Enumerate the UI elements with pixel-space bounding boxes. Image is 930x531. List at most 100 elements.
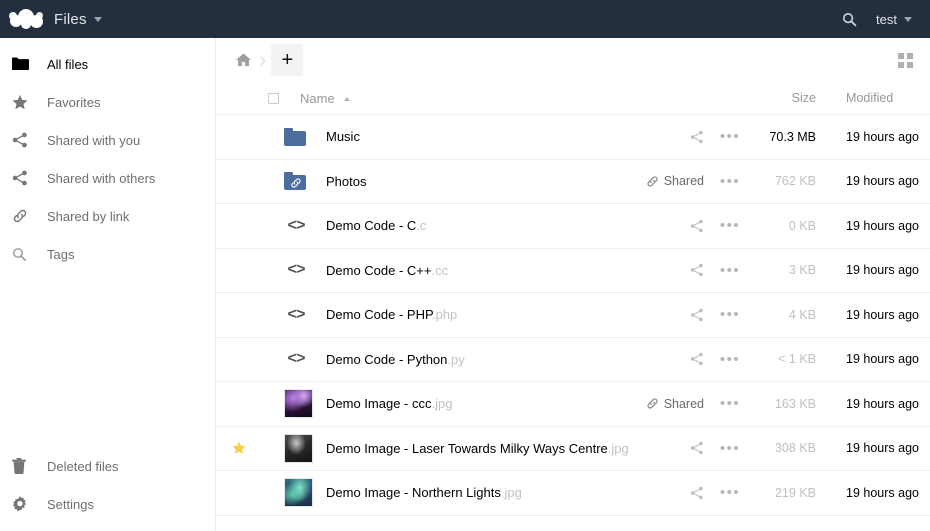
share-action-icon[interactable] — [690, 308, 704, 322]
file-name[interactable]: Photos — [326, 174, 632, 189]
file-modified: 19 hours ago — [846, 485, 919, 500]
file-name[interactable]: Demo Code - Python.py — [326, 352, 632, 367]
sidebar-item-label: Shared by link — [47, 208, 130, 224]
sidebar: All files Favorites Shared with you Shar… — [0, 38, 216, 531]
sidebar-item-shared-with-you[interactable]: Shared with you — [0, 121, 215, 159]
file-size: 219 KB — [774, 485, 816, 500]
star-icon — [12, 94, 44, 110]
table-row[interactable]: Demo Image - Laser Towards Milky Ways Ce… — [216, 427, 930, 471]
file-modified: 19 hours ago — [846, 174, 919, 189]
table-row[interactable]: < > Demo Code - PHP.php ••• 4 KB 19 hours ag… — [216, 293, 930, 338]
sidebar-item-settings[interactable]: Settings — [0, 485, 215, 523]
shared-status-badge[interactable]: Shared — [646, 174, 704, 188]
search-icon[interactable] — [832, 0, 866, 38]
table-row[interactable]: Music ••• 70.3 MB 19 hours ago — [216, 115, 930, 160]
share-action-icon[interactable] — [690, 130, 704, 144]
size-column-header[interactable]: Size — [752, 91, 818, 105]
sidebar-secondary-nav: Deleted files Settings — [0, 447, 215, 523]
file-type-icon: < > — [284, 261, 326, 279]
user-menu[interactable]: test — [866, 0, 918, 38]
table-row[interactable]: Demo Image - ccc.jpg Shared ••• 163 KB 19 ho… — [216, 382, 930, 427]
file-name[interactable]: Demo Code - C.c — [326, 218, 632, 233]
shared-status-badge[interactable]: Shared — [646, 397, 704, 411]
table-row[interactable]: < > Demo Code - Python.py ••• < 1 KB 19 hour… — [216, 338, 930, 382]
sidebar-item-favorites[interactable]: Favorites — [0, 83, 215, 121]
ellipsis-icon: ••• — [719, 484, 741, 502]
row-actions-menu[interactable]: ••• — [708, 440, 752, 457]
file-extension: .jpg — [500, 485, 522, 501]
share-cell — [632, 219, 708, 233]
row-actions-menu[interactable]: ••• — [708, 484, 752, 501]
share-action-icon[interactable] — [690, 263, 704, 277]
user-name-label: test — [876, 11, 897, 27]
breadcrumb-home[interactable] — [230, 45, 256, 75]
file-name[interactable]: Demo Code - PHP.php — [326, 307, 632, 322]
table-row[interactable]: < > Demo Code - C++.cc ••• 3 KB 19 hours ago — [216, 249, 930, 293]
favorite-star-icon — [232, 441, 246, 455]
sidebar-item-deleted-files[interactable]: Deleted files — [0, 447, 215, 485]
sidebar-item-all-files[interactable]: All files — [0, 45, 215, 83]
file-name[interactable]: Demo Image - ccc.jpg — [326, 396, 632, 411]
modified-column-header[interactable]: Modified — [818, 91, 930, 105]
file-name[interactable]: Music — [326, 129, 632, 144]
file-modified: 19 hours ago — [846, 307, 919, 322]
table-row[interactable]: < > Demo Code - C.c ••• 0 KB 19 hours ago — [216, 204, 930, 249]
sidebar-item-tags[interactable]: Tags — [0, 235, 215, 273]
share-action-icon[interactable] — [690, 352, 704, 366]
file-size: < 1 KB — [778, 352, 816, 367]
grid-view-toggle[interactable] — [890, 45, 920, 75]
ellipsis-icon: ••• — [719, 128, 741, 146]
share-action-icon[interactable] — [690, 441, 704, 455]
file-size: 3 KB — [788, 263, 816, 278]
share-action-icon[interactable] — [690, 219, 704, 233]
app-title-menu[interactable]: Files — [52, 11, 102, 28]
file-size: 4 KB — [788, 307, 816, 322]
file-name-base: Demo Code - C++ — [326, 262, 432, 278]
sidebar-item-label: Shared with you — [47, 132, 141, 148]
owncloud-logo[interactable] — [0, 0, 52, 38]
sidebar-item-label: Tags — [47, 246, 75, 262]
file-modified: 19 hours ago — [846, 263, 919, 278]
new-file-button[interactable]: + — [271, 44, 304, 76]
breadcrumb-separator: › — [259, 47, 267, 72]
file-size: 762 KB — [774, 174, 816, 189]
table-row[interactable]: Demo Image - Northern Lights.jpg ••• 219 K… — [216, 471, 930, 516]
file-name-base: Demo Code - Python — [326, 351, 448, 367]
image-thumbnail — [284, 389, 313, 419]
row-actions-menu[interactable]: ••• — [708, 351, 752, 368]
file-type-icon: < > — [284, 217, 326, 235]
link-overlay-icon — [289, 176, 302, 189]
file-extension: .c — [416, 218, 427, 234]
row-actions-menu[interactable]: ••• — [708, 128, 752, 145]
file-type-icon — [284, 127, 326, 146]
share-action-icon[interactable] — [690, 486, 704, 500]
file-name-base: Photos — [326, 173, 367, 189]
file-type-icon: < > — [284, 306, 326, 324]
row-actions-menu[interactable]: ••• — [708, 217, 752, 234]
select-all-checkbox[interactable] — [262, 92, 284, 104]
table-row[interactable]: Photos Shared ••• 762 KB 19 hours ago — [216, 160, 930, 204]
file-name[interactable]: Demo Image - Northern Lights.jpg — [326, 485, 632, 500]
file-name[interactable]: Demo Code - C++.cc — [326, 263, 632, 278]
header-right-group: test — [832, 0, 930, 38]
row-actions-menu[interactable]: ••• — [708, 306, 752, 323]
sidebar-item-shared-by-link[interactable]: Shared by link — [0, 197, 215, 235]
ellipsis-icon: ••• — [719, 395, 741, 413]
file-size: 70.3 MB — [769, 129, 816, 144]
ellipsis-icon: ••• — [719, 172, 741, 190]
row-actions-menu[interactable]: ••• — [708, 395, 752, 412]
favorite-toggle[interactable] — [216, 441, 262, 455]
share-cell — [632, 263, 708, 277]
share-cell — [632, 130, 708, 144]
file-extension: .jpg — [431, 396, 453, 412]
folder-link-icon — [284, 172, 306, 191]
share-cell — [632, 486, 708, 500]
file-type-icon: < > — [284, 350, 326, 368]
file-extension: .jpg — [607, 440, 629, 456]
row-actions-menu[interactable]: ••• — [708, 262, 752, 279]
sidebar-item-shared-with-others[interactable]: Shared with others — [0, 159, 215, 197]
row-actions-menu[interactable]: ••• — [708, 173, 752, 190]
share-cell: Shared — [632, 174, 708, 188]
name-column-header[interactable]: Name — [284, 91, 632, 106]
file-name[interactable]: Demo Image - Laser Towards Milky Ways Ce… — [326, 441, 632, 456]
